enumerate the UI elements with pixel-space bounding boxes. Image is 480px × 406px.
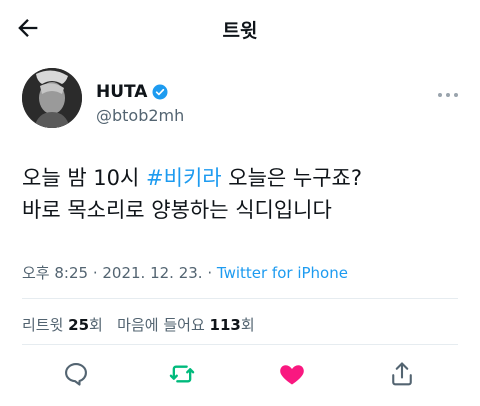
tweet-text-before-hashtag: 오늘 밤 10시	[22, 166, 147, 190]
tweet-text-after-hashtag: 오늘은 누구죠?	[221, 166, 363, 190]
retweet-count: 25	[68, 316, 90, 334]
retweet-count-stat[interactable]: 리트윗 25회	[22, 316, 103, 334]
tweet-meta: 오후 8:25 · 2021. 12. 23. · Twitter for iP…	[22, 262, 348, 283]
tweet-source-link[interactable]: Twitter for iPhone	[217, 264, 348, 282]
like-button[interactable]	[278, 360, 306, 388]
retweet-label: 리트윗	[22, 316, 69, 334]
like-count: 113	[209, 316, 241, 334]
more-options-icon[interactable]	[436, 88, 460, 102]
speech-bubble-icon	[65, 363, 87, 386]
share-button[interactable]	[388, 360, 416, 388]
tweet-date[interactable]: 2021. 12. 23.	[102, 264, 202, 282]
avatar[interactable]	[22, 68, 82, 128]
author-name-row: HUTA	[96, 82, 169, 102]
like-count-stat[interactable]: 마음에 들어요 113회	[117, 316, 254, 334]
author-name[interactable]: HUTA	[96, 82, 147, 102]
top-bar: 트윗	[0, 0, 480, 56]
tweet-line-1: 오늘 밤 10시 #비키라 오늘은 누구죠?	[22, 162, 462, 194]
reply-button[interactable]	[62, 360, 90, 388]
like-label: 마음에 들어요	[117, 316, 210, 334]
action-bar	[0, 354, 480, 394]
tweet-stats: 리트윗 25회 마음에 들어요 113회	[22, 314, 255, 335]
tweet-body: 오늘 밤 10시 #비키라 오늘은 누구죠? 바로 목소리로 양봉하는 식디입니…	[22, 162, 462, 226]
verified-badge-icon	[152, 84, 168, 100]
share-icon	[392, 362, 412, 386]
retweet-icon	[169, 365, 195, 383]
divider	[22, 344, 458, 345]
retweet-button[interactable]	[168, 360, 196, 388]
meta-separator: ·	[88, 264, 103, 282]
hashtag-link[interactable]: #비키라	[146, 166, 222, 190]
meta-separator: ·	[202, 264, 217, 282]
divider	[22, 298, 458, 299]
heart-icon	[280, 365, 304, 385]
retweet-unit: 회	[89, 316, 103, 334]
author-handle[interactable]: @btob2mh	[96, 106, 184, 125]
tweet-line-2: 바로 목소리로 양봉하는 식디입니다	[22, 198, 332, 222]
avatar-photo	[22, 68, 82, 128]
tweet-time[interactable]: 오후 8:25	[22, 264, 88, 282]
page-title: 트윗	[222, 20, 258, 42]
like-unit: 회	[240, 316, 255, 334]
